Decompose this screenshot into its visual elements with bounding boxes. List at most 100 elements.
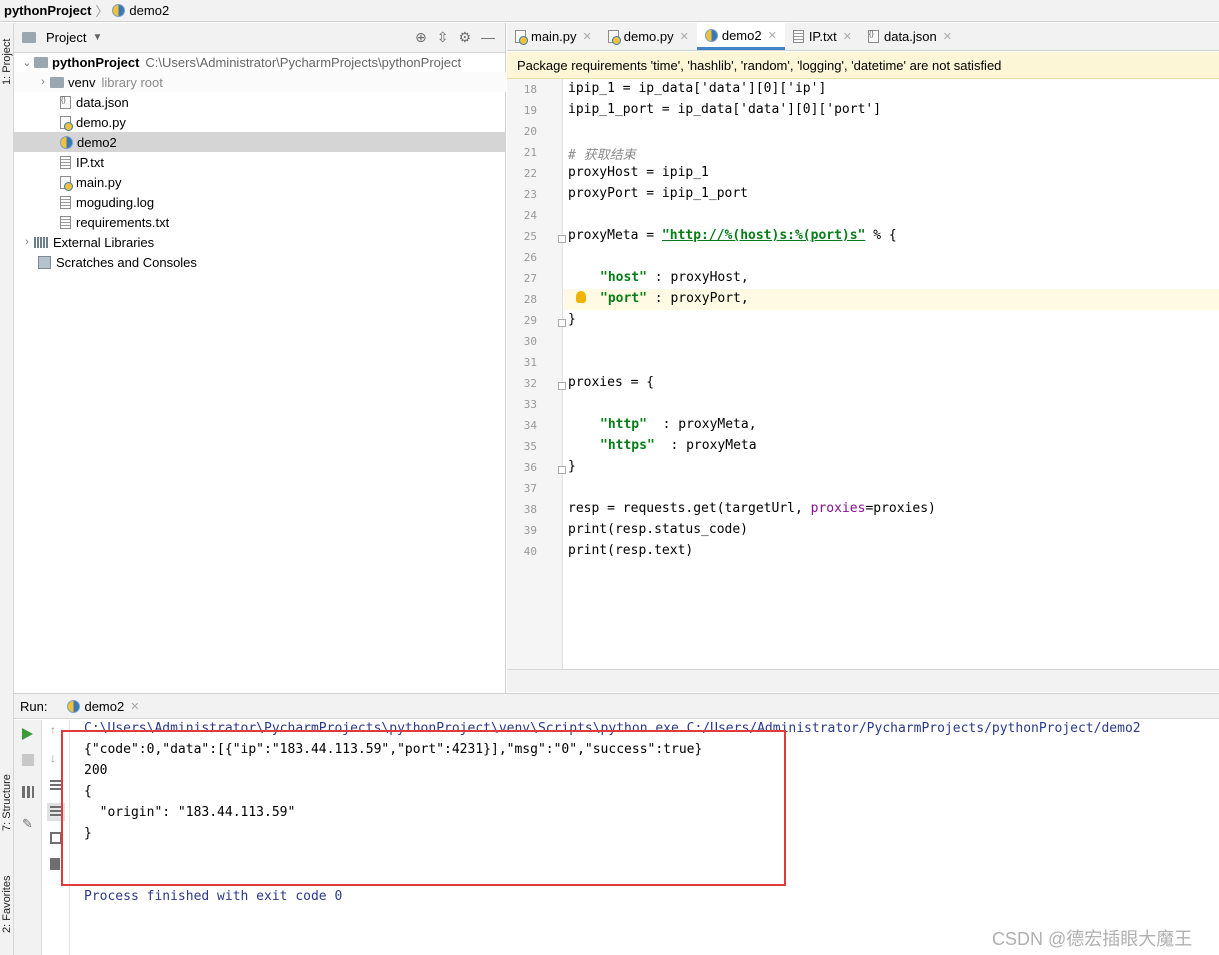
close-icon[interactable]: ✕ xyxy=(583,30,592,43)
code-string: "http" xyxy=(600,417,647,432)
chevron-down-icon[interactable]: ⌄ xyxy=(20,56,34,69)
fold-marker-icon[interactable] xyxy=(558,319,566,327)
editor-horizontal-scrollbar[interactable] xyxy=(507,669,1219,692)
close-icon[interactable]: ✕ xyxy=(680,30,689,43)
tree-item-note: library root xyxy=(101,74,163,90)
line-number: 38 xyxy=(523,503,537,516)
code-token: : proxyHost, xyxy=(646,270,749,285)
tree-item-moguding-log[interactable]: moguding.log xyxy=(14,192,506,212)
line-number: 21 xyxy=(523,146,537,159)
tree-item-ip-txt[interactable]: IP.txt xyxy=(14,152,506,172)
line-number: 36 xyxy=(523,461,537,474)
favorites-tool-tab[interactable]: 2: Favorites xyxy=(1,876,13,933)
tree-item-label: Scratches and Consoles xyxy=(56,254,197,270)
tree-item-label: External Libraries xyxy=(53,234,155,250)
project-tool-tab[interactable]: 1: Project xyxy=(1,39,13,85)
lightbulb-icon[interactable] xyxy=(576,291,586,303)
tab-demo-py[interactable]: demo.py ✕ xyxy=(600,23,697,50)
fold-marker-icon[interactable] xyxy=(558,466,566,474)
tree-item-label: demo.py xyxy=(76,114,126,130)
watermark: CSDN @德宏插眼大魔王 xyxy=(992,929,1193,949)
line-number: 20 xyxy=(523,125,537,138)
tree-root-path: C:\Users\Administrator\PycharmProjects\p… xyxy=(145,54,462,70)
line-number: 29 xyxy=(523,314,537,327)
python-file-icon xyxy=(704,28,718,42)
folder-icon xyxy=(34,56,48,68)
code-line: print(resp.text) xyxy=(568,543,694,558)
tab-data-json[interactable]: data.json ✕ xyxy=(860,23,960,50)
text-file-icon xyxy=(60,215,71,229)
run-icon[interactable] xyxy=(22,728,33,740)
code-editor[interactable]: 18 19 20 21 22 23 24 25 26 27 28 29 30 3… xyxy=(507,79,1219,692)
tree-item-scratches[interactable]: Scratches and Consoles xyxy=(14,252,506,272)
layout-icon[interactable] xyxy=(22,786,34,798)
stop-icon[interactable] xyxy=(22,754,34,766)
line-number: 18 xyxy=(523,83,537,96)
line-number: 32 xyxy=(523,377,537,390)
tab-main-py[interactable]: main.py ✕ xyxy=(507,23,600,50)
code-keyword-arg: proxies xyxy=(810,501,866,516)
console-exit-message: Process finished with exit code 0 xyxy=(84,889,343,904)
structure-tool-tab[interactable]: 7: Structure xyxy=(1,774,13,831)
close-icon[interactable]: ✕ xyxy=(130,700,139,713)
close-icon[interactable]: ✕ xyxy=(843,30,852,43)
run-panel-header: Run: demo2 ✕ xyxy=(14,693,1219,719)
trash-icon[interactable] xyxy=(50,858,60,870)
python-file-icon xyxy=(112,4,126,17)
tree-item-label: data.json xyxy=(76,94,129,110)
hide-panel-icon[interactable]: — xyxy=(481,29,495,46)
json-file-icon xyxy=(867,30,879,43)
tab-label: demo.py xyxy=(623,29,674,44)
tree-item-label: demo2 xyxy=(77,134,117,150)
locate-file-icon[interactable]: ⊕ xyxy=(415,29,427,46)
tree-item-requirements-txt[interactable]: requirements.txt xyxy=(14,212,506,232)
run-toolbar-primary: ✎ xyxy=(14,720,42,955)
pin-icon[interactable]: ✎ xyxy=(22,817,34,830)
close-icon[interactable]: ✕ xyxy=(768,29,777,42)
close-icon[interactable]: ✕ xyxy=(943,30,952,43)
tab-label: demo2 xyxy=(721,27,762,43)
breadcrumb: pythonProject 〉 demo2 xyxy=(0,0,1219,22)
python-file-icon xyxy=(515,30,528,45)
run-tab-demo2[interactable]: demo2 xyxy=(84,699,124,714)
tree-item-external-libraries[interactable]: › External Libraries xyxy=(14,232,506,252)
fold-marker-icon[interactable] xyxy=(558,382,566,390)
code-string: "port" xyxy=(600,291,647,306)
tree-item-data-json[interactable]: data.json xyxy=(14,92,506,112)
chevron-right-icon[interactable]: › xyxy=(20,236,34,248)
code-line: "https" : proxyMeta xyxy=(600,438,757,453)
breadcrumb-file[interactable]: demo2 xyxy=(129,3,169,18)
code-line: proxyPort = ipip_1_port xyxy=(568,186,749,201)
line-number: 22 xyxy=(523,167,537,180)
gear-icon[interactable]: ⚙ xyxy=(458,29,471,46)
code-string-url[interactable]: "http://%(host)s:%(port)s" xyxy=(662,228,866,243)
tab-demo2[interactable]: demo2 ✕ xyxy=(696,23,785,50)
fold-marker-icon[interactable] xyxy=(558,235,566,243)
line-number-gutter: 18 19 20 21 22 23 24 25 26 27 28 29 30 3… xyxy=(507,79,563,669)
text-file-icon xyxy=(60,155,71,169)
python-file-icon xyxy=(60,115,73,131)
breadcrumb-project[interactable]: pythonProject xyxy=(4,3,91,18)
code-line: proxyMeta = "http://%(host)s:%(port)s" %… xyxy=(568,228,897,243)
chevron-down-icon[interactable]: ▼ xyxy=(92,32,102,43)
library-icon xyxy=(34,236,48,248)
tab-ip-txt[interactable]: IP.txt ✕ xyxy=(785,23,860,50)
collapse-all-icon[interactable]: ⇳ xyxy=(437,29,449,46)
text-file-icon xyxy=(792,30,804,43)
project-view-selector[interactable]: Project xyxy=(46,30,86,45)
line-number: 23 xyxy=(523,188,537,201)
tree-item-demo2[interactable]: demo2 xyxy=(14,132,506,152)
tree-item-venv[interactable]: › venv library root xyxy=(14,72,506,92)
tree-root[interactable]: ⌄ pythonProject C:\Users\Administrator\P… xyxy=(14,52,506,72)
tree-item-demo-py[interactable]: demo.py xyxy=(14,112,506,132)
code-token: : proxyPort, xyxy=(646,291,749,306)
chevron-right-icon[interactable]: › xyxy=(36,76,50,88)
line-number: 37 xyxy=(523,482,537,495)
line-number: 39 xyxy=(523,524,537,537)
tree-item-main-py[interactable]: main.py xyxy=(14,172,506,192)
project-panel-header: Project ▼ ⊕ ⇳ ⚙ — xyxy=(14,23,505,53)
line-number: 35 xyxy=(523,440,537,453)
code-string: "https" xyxy=(600,438,655,453)
code-line: print(resp.status_code) xyxy=(568,522,749,537)
line-number: 31 xyxy=(523,356,537,369)
